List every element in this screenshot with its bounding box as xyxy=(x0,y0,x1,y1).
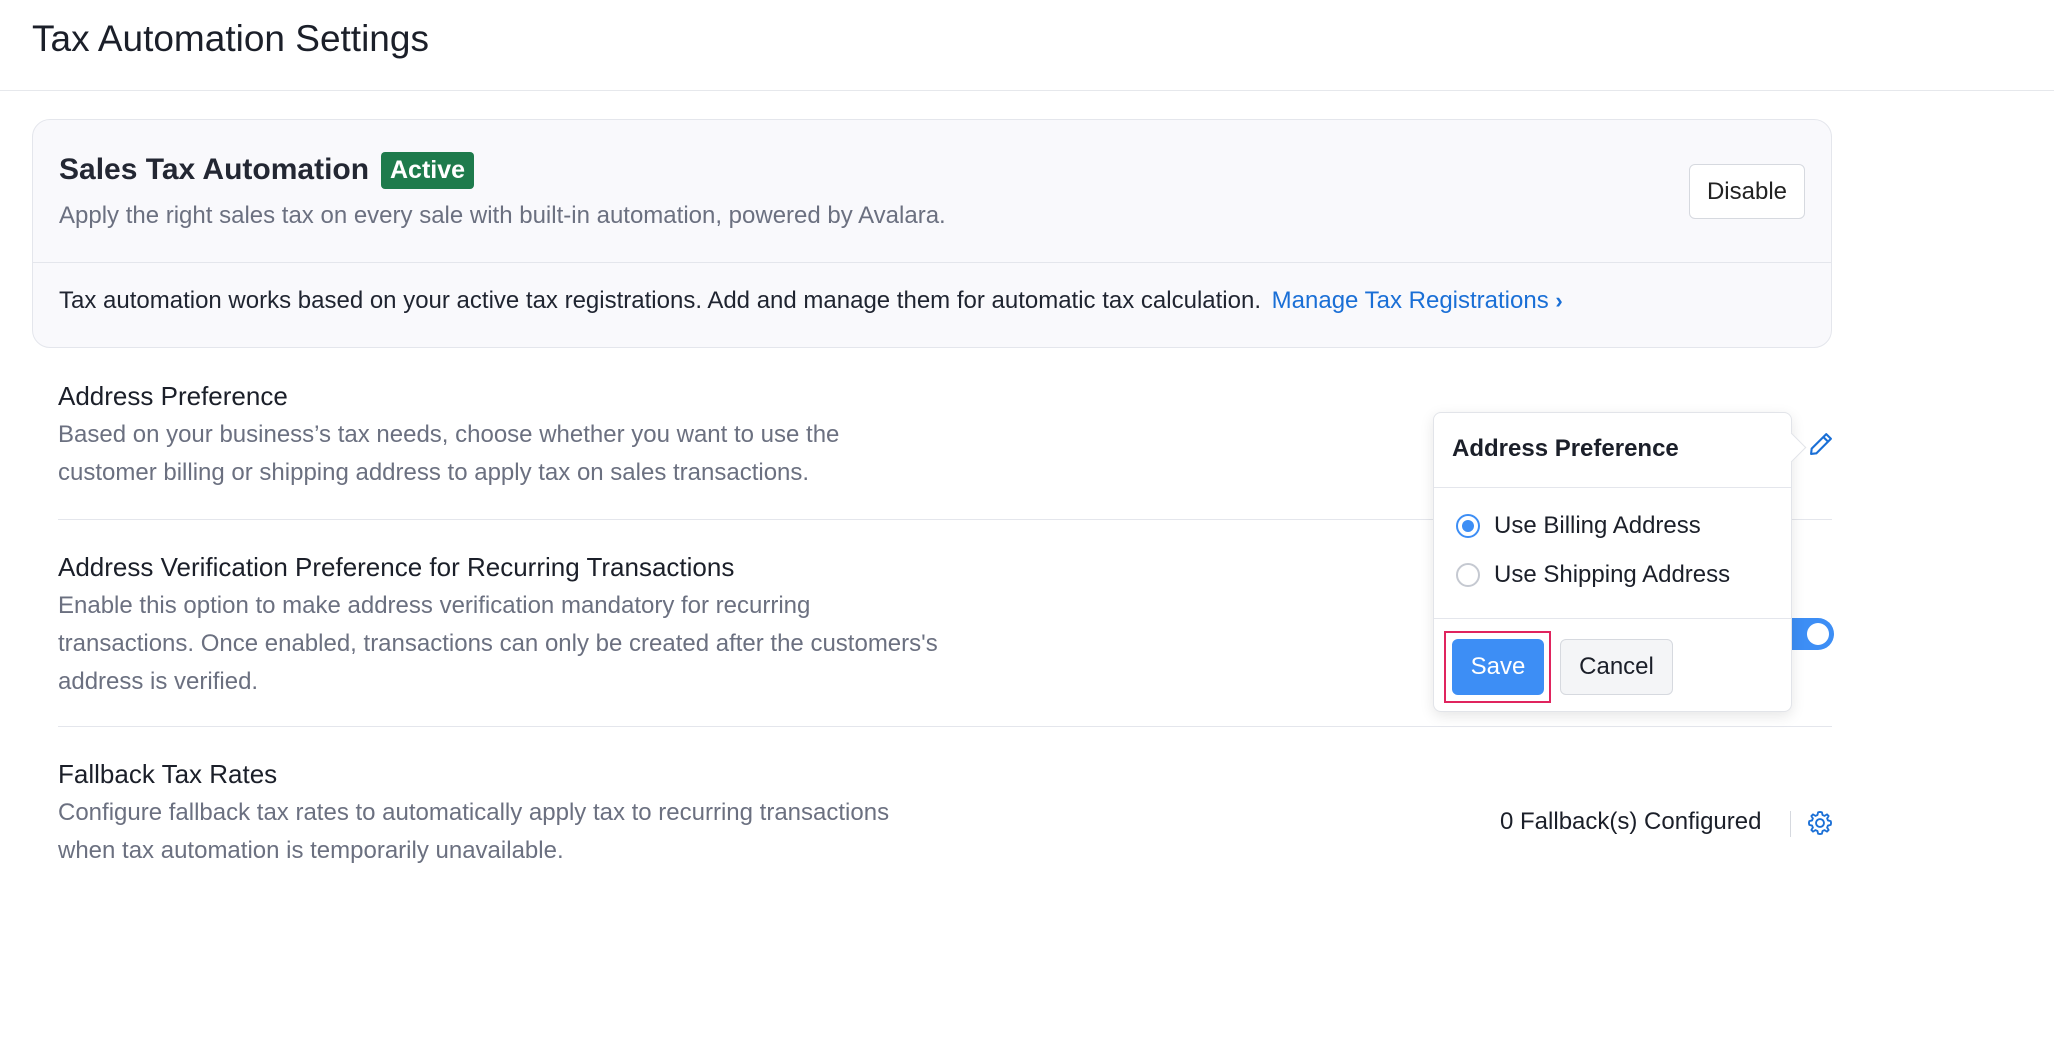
cancel-button[interactable]: Cancel xyxy=(1560,639,1673,695)
popover-title: Address Preference xyxy=(1452,435,1679,462)
save-button[interactable]: Save xyxy=(1452,639,1544,695)
fallback-tax-rates-description: Configure fallback tax rates to automati… xyxy=(58,799,890,864)
manage-tax-registrations-link[interactable]: Manage Tax Registrations › xyxy=(1272,287,1563,314)
billing-address-label: Use Billing Address xyxy=(1494,512,1701,539)
pencil-icon[interactable] xyxy=(1807,430,1835,458)
popover-divider xyxy=(1434,618,1791,619)
fallback-count: 0 Fallback(s) Configured xyxy=(1500,808,1762,835)
automation-note-text: Tax automation works based on your activ… xyxy=(59,287,1261,314)
page-title: Tax Automation Settings xyxy=(32,18,429,59)
fallback-tax-rates-title: Fallback Tax Rates xyxy=(58,759,278,789)
sales-tax-automation-card: Sales Tax Automation Active Apply the ri… xyxy=(32,119,1832,348)
toggle-knob xyxy=(1807,623,1829,645)
disable-button[interactable]: Disable xyxy=(1688,164,1805,219)
popover-arrow xyxy=(1776,432,1807,463)
fallback-separator xyxy=(1790,811,1791,837)
shipping-address-option[interactable]: Use Shipping Address xyxy=(1456,561,1730,589)
chevron-right-icon: › xyxy=(1555,288,1563,313)
automation-description: Apply the right sales tax on every sale … xyxy=(59,202,946,229)
popover-divider xyxy=(1434,487,1791,488)
address-preference-popover: Address Preference Use Billing Address U… xyxy=(1433,412,1807,712)
address-preference-description: Based on your business’s tax needs, choo… xyxy=(58,421,840,486)
shipping-address-label: Use Shipping Address xyxy=(1494,561,1731,588)
billing-address-option[interactable]: Use Billing Address xyxy=(1456,512,1701,540)
status-badge: Active xyxy=(381,152,475,189)
address-verification-title: Address Verification Preference for Recu… xyxy=(58,552,735,582)
page-header: Tax Automation Settings xyxy=(0,0,2054,91)
automation-note: Tax automation works based on your activ… xyxy=(59,287,1563,315)
address-verification-description: Enable this option to make address verif… xyxy=(58,592,938,695)
card-divider xyxy=(33,262,1831,263)
address-verification-toggle[interactable] xyxy=(1790,618,1834,650)
radio-billing[interactable] xyxy=(1456,514,1480,538)
radio-shipping[interactable] xyxy=(1456,563,1480,587)
row-divider xyxy=(58,726,1832,727)
manage-link-label: Manage Tax Registrations xyxy=(1271,287,1549,314)
automation-title: Sales Tax Automation xyxy=(59,153,370,186)
address-preference-title: Address Preference xyxy=(58,381,288,411)
gear-icon[interactable] xyxy=(1806,809,1834,837)
